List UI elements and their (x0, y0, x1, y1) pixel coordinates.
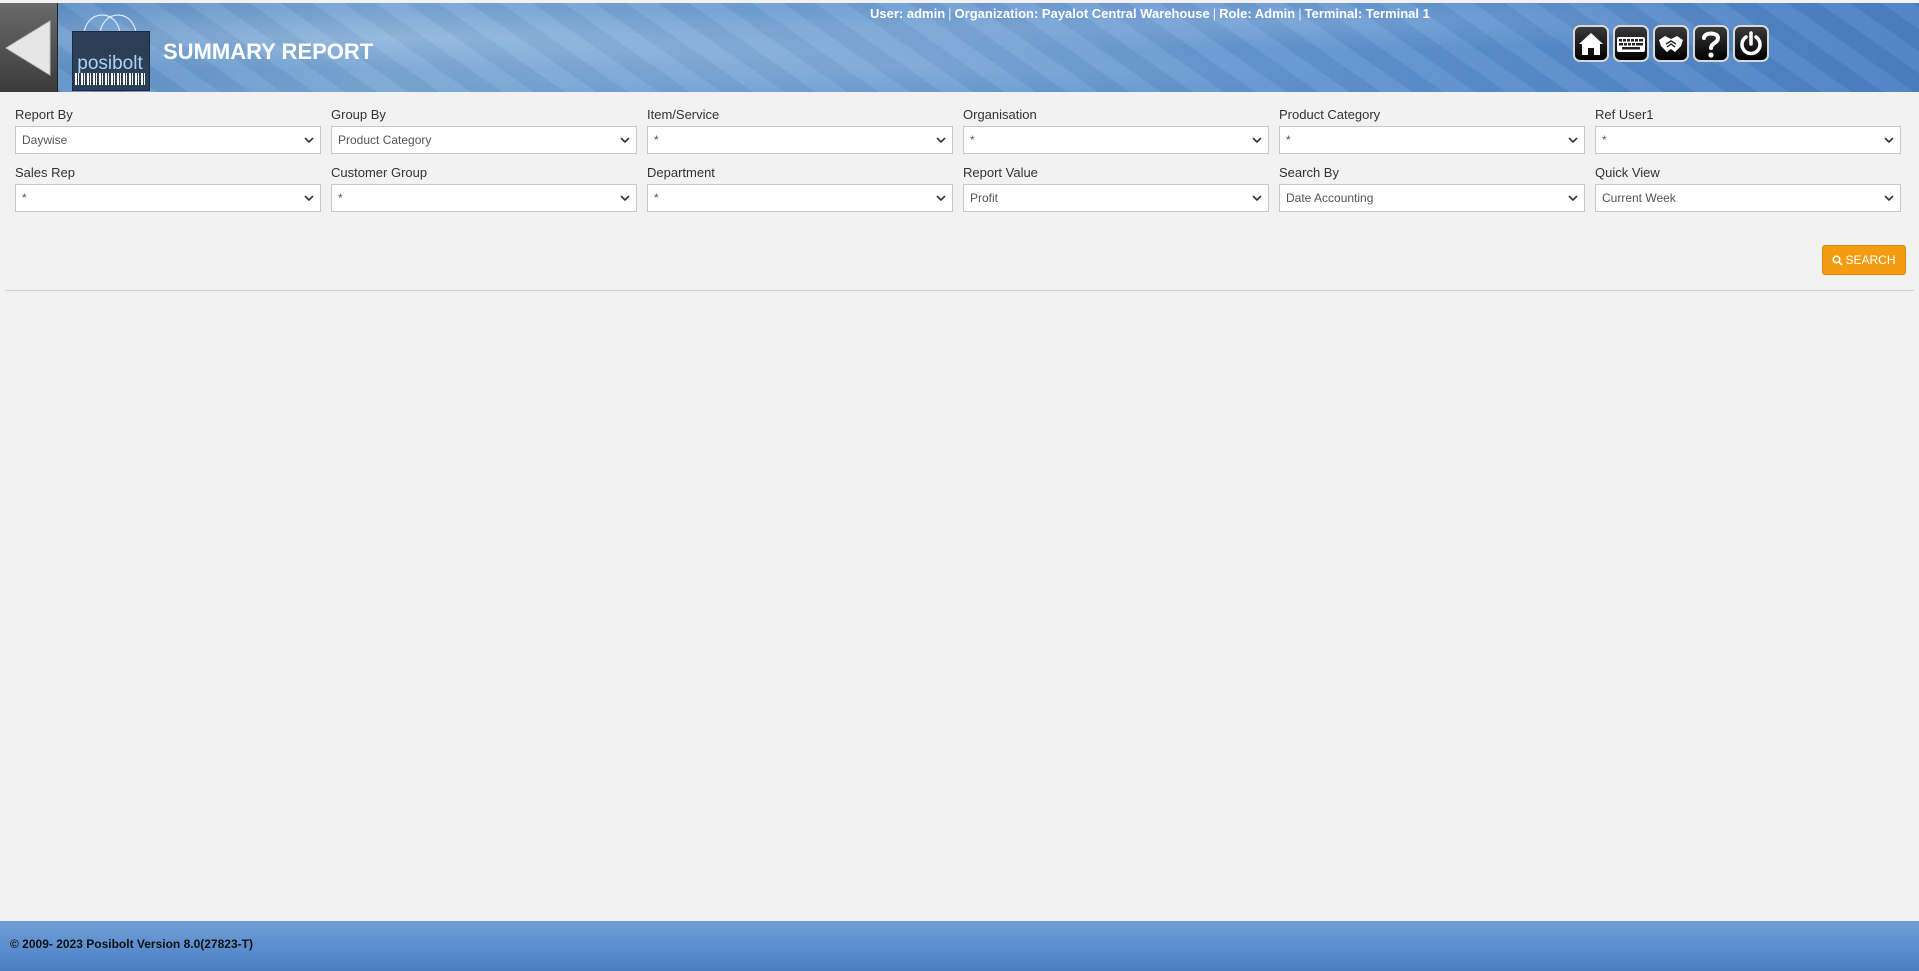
user-organization: Organization: Payalot Central Warehouse (954, 6, 1210, 21)
sales-rep-value: * (22, 191, 27, 205)
customer-group-value: * (338, 191, 343, 205)
chevron-down-icon (936, 195, 946, 202)
department-field: Department * (647, 164, 953, 212)
back-button[interactable] (0, 3, 58, 92)
logo-text: posibolt (77, 53, 143, 74)
chevron-down-icon (1252, 137, 1262, 144)
info-separator: | (1212, 6, 1217, 21)
chevron-down-icon (1568, 195, 1578, 202)
report-by-select[interactable]: Daywise (15, 126, 321, 154)
sales-rep-select[interactable]: * (15, 184, 321, 212)
quick-view-label: Quick View (1595, 165, 1660, 180)
product-category-label: Product Category (1279, 107, 1381, 122)
user-name: User: admin (870, 6, 946, 21)
group-by-value: Product Category (338, 133, 432, 147)
organisation-value: * (970, 133, 975, 147)
customer-group-select[interactable]: * (331, 184, 637, 212)
product-category-field: Product Category * (1279, 106, 1585, 154)
group-by-field: Group By Product Category (331, 106, 637, 154)
keyboard-button[interactable] (1613, 25, 1649, 62)
group-by-label: Group By (331, 107, 386, 122)
chevron-down-icon (1252, 195, 1262, 202)
quick-view-select[interactable]: Current Week (1595, 184, 1901, 212)
report-by-field: Report By Daywise (15, 106, 321, 154)
sales-rep-field: Sales Rep * (15, 164, 321, 212)
filter-row-2: Sales Rep * Customer Group * Department … (15, 164, 1905, 212)
back-arrow-icon (5, 20, 51, 76)
chevron-down-icon (936, 137, 946, 144)
info-separator: | (1298, 6, 1302, 21)
filter-row-1: Report By Daywise Group By Product Categ… (15, 106, 1905, 154)
search-by-select[interactable]: Date Accounting (1279, 184, 1585, 212)
chevron-down-icon (1568, 137, 1578, 144)
help-button[interactable] (1693, 25, 1729, 62)
handshake-icon (1659, 35, 1683, 52)
chevron-down-icon (1884, 195, 1894, 202)
app-header: posibolt SUMMARY REPORT User: admin | Orga… (0, 3, 1919, 92)
chevron-down-icon (620, 137, 630, 144)
report-by-value: Daywise (22, 133, 68, 147)
ref-user1-value: * (1602, 133, 1607, 147)
report-by-label: Report By (15, 107, 73, 122)
app-footer: © 2009- 2023 Posibolt Version 8.0(27823-… (0, 921, 1919, 971)
page-title: SUMMARY REPORT (163, 39, 374, 64)
product-category-value: * (1286, 133, 1291, 147)
chevron-down-icon (620, 195, 630, 202)
department-label: Department (647, 165, 715, 180)
report-value-label: Report Value (963, 165, 1038, 180)
customer-group-field: Customer Group * (331, 164, 637, 212)
department-value: * (654, 191, 659, 205)
quick-view-field: Quick View Current Week (1595, 164, 1901, 212)
organisation-field: Organisation * (963, 106, 1269, 154)
report-value-value: Profit (970, 191, 999, 205)
quick-view-value: Current Week (1602, 191, 1676, 205)
organisation-label: Organisation (963, 107, 1037, 122)
report-value-field: Report Value Profit (963, 164, 1269, 212)
user-role: Role: Admin (1219, 6, 1296, 21)
item-service-field: Item/Service * (647, 106, 953, 154)
department-select[interactable]: * (647, 184, 953, 212)
search-button[interactable]: SEARCH (1822, 245, 1906, 275)
item-service-select[interactable]: * (647, 126, 953, 154)
sales-rep-label: Sales Rep (15, 165, 75, 180)
logo-barcode (75, 73, 145, 85)
chevron-down-icon (304, 137, 314, 144)
copyright-text: © 2009- 2023 Posibolt Version 8.0(27823-… (10, 937, 253, 951)
search-by-label: Search By (1279, 165, 1339, 180)
info-separator: | (948, 6, 952, 21)
search-icon (1832, 254, 1844, 266)
chevron-down-icon (304, 195, 314, 202)
ref-user1-field: Ref User1 * (1595, 106, 1901, 154)
chevron-down-icon (1884, 137, 1894, 144)
item-service-value: * (654, 133, 659, 147)
home-button[interactable] (1573, 25, 1609, 62)
user-terminal: Terminal: Terminal 1 (1304, 6, 1430, 21)
header-toolbar (1573, 25, 1769, 65)
ref-user1-label: Ref User1 (1595, 107, 1654, 122)
power-icon (1740, 30, 1762, 55)
filter-panel: Report By Daywise Group By Product Categ… (15, 106, 1905, 222)
search-by-value: Date Accounting (1286, 191, 1374, 205)
ref-user1-select[interactable]: * (1595, 126, 1901, 154)
search-by-field: Search By Date Accounting (1279, 164, 1585, 212)
product-category-select[interactable]: * (1279, 126, 1585, 154)
customer-group-label: Customer Group (331, 165, 428, 180)
group-by-select[interactable]: Product Category (331, 126, 637, 154)
posibolt-logo: posibolt (72, 11, 150, 91)
content-divider (5, 290, 1914, 291)
keyboard-icon (1617, 36, 1645, 52)
help-icon (1702, 31, 1721, 58)
organisation-select[interactable]: * (963, 126, 1269, 154)
logout-button[interactable] (1733, 25, 1769, 62)
item-service-label: Item/Service (647, 107, 720, 122)
home-icon (1579, 32, 1603, 55)
handshake-button[interactable] (1653, 25, 1689, 62)
user-info-bar: User: admin | Organization: Payalot Centra… (870, 6, 1430, 21)
report-value-select[interactable]: Profit (963, 184, 1269, 212)
search-button-label: SEARCH (1845, 253, 1896, 267)
